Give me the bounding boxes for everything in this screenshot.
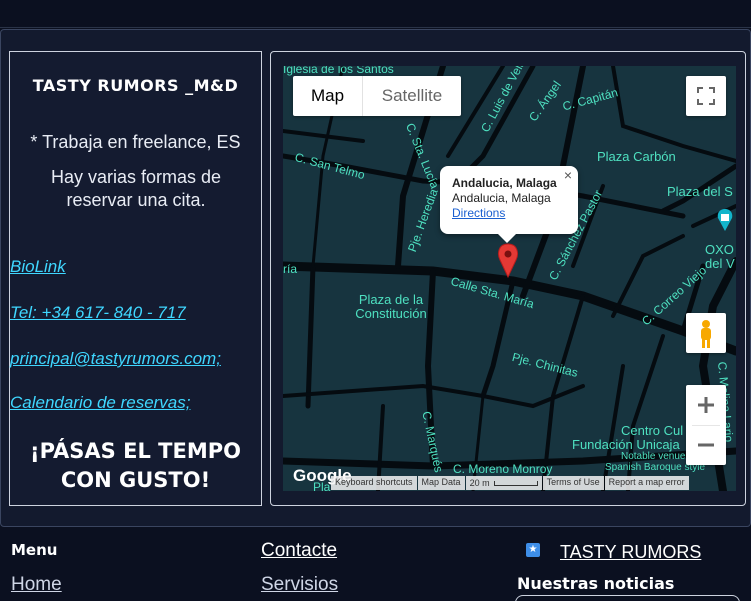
- scale-bar: [493, 480, 538, 486]
- footer-menu-title: Menu: [11, 541, 58, 559]
- newsletter-box: [515, 595, 740, 601]
- street-label: Iglesia de los Santos: [283, 66, 394, 76]
- top-bar: [0, 0, 751, 28]
- footer-brand-link[interactable]: TASTY RUMORS: [560, 542, 701, 563]
- map-scale[interactable]: 20 m: [465, 476, 542, 490]
- map-data-link[interactable]: Map Data: [417, 476, 465, 490]
- phone-link[interactable]: Tel: +34 617- 840 - 717: [10, 303, 186, 323]
- biolink-link[interactable]: BioLink: [10, 257, 66, 277]
- place-label: Plaza del S: [667, 184, 733, 199]
- fullscreen-icon: [697, 87, 715, 105]
- close-icon[interactable]: ×: [564, 168, 572, 183]
- booking-calendar-link[interactable]: Calendario de reservas;: [10, 393, 190, 413]
- directions-link[interactable]: Directions: [452, 206, 566, 221]
- place-label: del V: [705, 256, 735, 271]
- street-label: ría: [283, 262, 298, 276]
- slogan: ¡PÁSAS EL TEMPO CON GUSTO!: [30, 439, 241, 492]
- map-type-control: Map Satellite: [293, 76, 461, 116]
- museum-pin-icon[interactable]: [716, 209, 734, 231]
- footer-link-contacte[interactable]: Contacte: [261, 540, 337, 562]
- map-type-satellite-button[interactable]: Satellite: [363, 76, 461, 116]
- report-map-error-link[interactable]: Report a map error: [604, 476, 689, 490]
- place-label: Fundación Unicaja: [572, 437, 680, 452]
- minus-icon: [698, 443, 714, 447]
- map-type-map-button[interactable]: Map: [293, 76, 363, 116]
- map-view[interactable]: Iglesia de los Santos C. Luis de Velázqu…: [283, 66, 736, 491]
- pegman-icon: [701, 320, 711, 348]
- place-label: OXO: [705, 242, 734, 257]
- info-window-title: Andalucia, Malaga: [452, 176, 557, 190]
- zoom-out-button[interactable]: [686, 425, 726, 465]
- email-link[interactable]: principal@tastyrumors.com;: [10, 349, 221, 369]
- zoom-control: [686, 385, 726, 465]
- map-attribution-bar: Keyboard shortcuts Map Data 20 m Terms o…: [331, 476, 690, 490]
- place-label: Plaza Carbón: [597, 149, 676, 164]
- map-marker[interactable]: [498, 243, 518, 279]
- keyboard-shortcuts-link[interactable]: Keyboard shortcuts: [331, 476, 417, 490]
- contact-card: TASTY RUMORS _M&D * Trabaja en freelance…: [9, 51, 262, 506]
- terms-of-use-link[interactable]: Terms of Use: [542, 476, 604, 490]
- zoom-in-button[interactable]: [686, 385, 726, 425]
- place-label: Constitución: [355, 306, 427, 321]
- place-label: Notable venue: [621, 451, 686, 462]
- info-window: Andalucia, Malaga Andalucia, Malaga Dire…: [440, 166, 578, 243]
- brand-logo-icon: ★: [526, 543, 540, 557]
- place-plaza-constitucion: Plaza de la Constitución: [351, 293, 431, 321]
- place-label: Centro Cul: [621, 423, 684, 438]
- card-location: * Trabaja en freelance, ES: [30, 132, 241, 152]
- footer: Menu Home Contacte Servisios ★ TASTY RUM…: [0, 527, 751, 601]
- footer-link-home[interactable]: Home: [11, 574, 62, 596]
- footer-news-title: Nuestras noticias: [517, 574, 675, 593]
- street-label: C. Moreno Monroy: [453, 462, 553, 476]
- card-description: Hay varias formas de reservar una cita.: [50, 167, 222, 210]
- place-label: Plaza de la: [358, 292, 424, 307]
- street-view-pegman-button[interactable]: [686, 313, 726, 353]
- fullscreen-button[interactable]: [686, 76, 726, 116]
- scale-label: 20 m: [469, 478, 490, 488]
- info-window-address: Andalucia, Malaga: [452, 191, 551, 205]
- footer-link-servisios[interactable]: Servisios: [261, 574, 338, 596]
- plus-icon: [698, 397, 714, 413]
- card-brand-title: TASTY RUMORS _M&D: [32, 76, 239, 95]
